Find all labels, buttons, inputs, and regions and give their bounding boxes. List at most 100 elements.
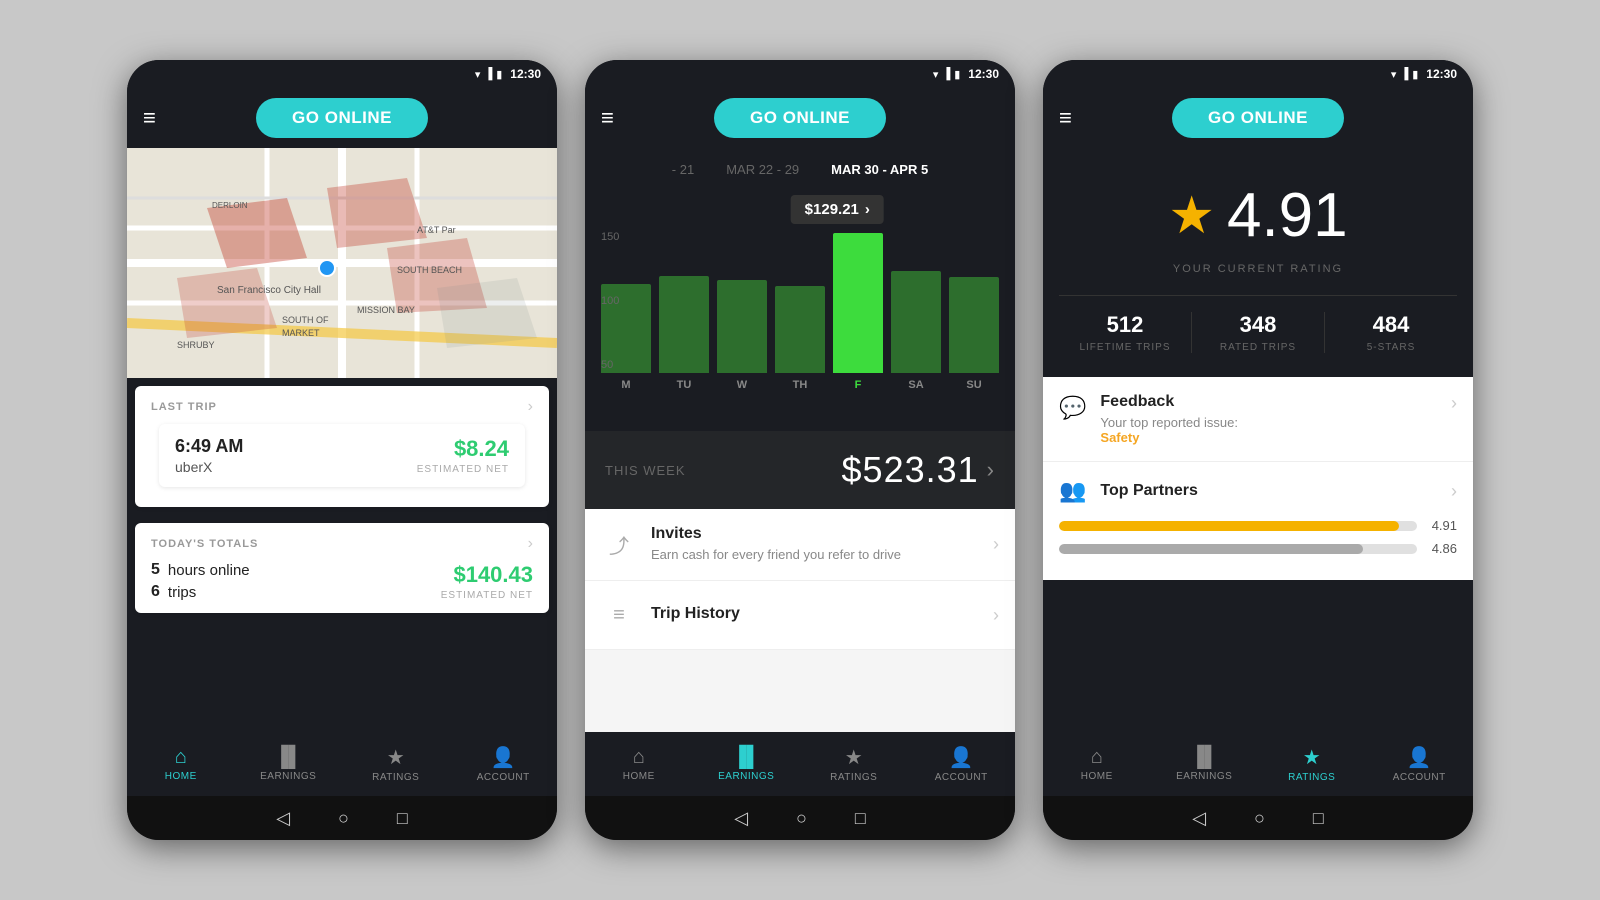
feedback-text: Feedback Your top reported issue: Safety — [1100, 393, 1451, 445]
last-trip-details: 6:49 AM uberX $8.24 ESTIMATED NET — [159, 424, 525, 487]
feedback-title: Feedback — [1100, 393, 1451, 411]
chart-bar-TH[interactable]: TH — [775, 231, 825, 391]
ratings-icon-2: ★ — [845, 745, 863, 770]
back-btn-1[interactable]: ◁ — [276, 808, 290, 829]
go-online-button-1[interactable]: GO ONLINE — [256, 98, 428, 138]
status-icons-3: ▾ ▐ ▮ 12:30 — [1391, 67, 1457, 81]
partners-chevron: › — [1451, 481, 1457, 502]
bottom-nav-1: ⌂ HOME ▐▌ EARNINGS ★ RATINGS 👤 ACCOUNT — [127, 732, 557, 796]
status-time-3: 12:30 — [1426, 67, 1457, 81]
this-week-label: THIS WEEK — [605, 463, 686, 478]
chart-bar-W[interactable]: W — [717, 231, 767, 391]
partners-fill-2 — [1059, 544, 1363, 554]
last-trip-card[interactable]: LAST TRIP › 6:49 AM uberX $8.24 ESTIMATE… — [135, 386, 549, 507]
white-section-2: ⤴ Invites Earn cash for every friend you… — [585, 509, 1015, 732]
home-btn-1[interactable]: ○ — [338, 808, 349, 829]
feedback-chevron: › — [1451, 393, 1457, 414]
svg-text:SOUTH BEACH: SOUTH BEACH — [397, 265, 462, 275]
rating-main: ★ 4.91 — [1168, 180, 1347, 251]
stat-lifetime-label: LIFETIME TRIPS — [1079, 342, 1170, 353]
map-svg: San Francisco City Hall AT&T Par SOUTH B… — [127, 148, 557, 378]
nav-ratings-2[interactable]: ★ RATINGS — [800, 732, 908, 796]
home-btn-2[interactable]: ○ — [796, 808, 807, 829]
invites-row[interactable]: ⤴ Invites Earn cash for every friend you… — [585, 509, 1015, 581]
back-btn-2[interactable]: ◁ — [734, 808, 748, 829]
nav-account-3[interactable]: 👤 ACCOUNT — [1366, 732, 1474, 796]
status-bar-3: ▾ ▐ ▮ 12:30 — [1043, 60, 1473, 88]
totals-amount: $140.43 — [441, 562, 533, 588]
menu-icon-1[interactable]: ≡ — [143, 105, 156, 131]
week-mar30[interactable]: MAR 30 - APR 5 — [823, 158, 936, 181]
ratings-label-1: RATINGS — [372, 772, 419, 783]
phone-ratings: ▾ ▐ ▮ 12:30 ≡ GO ONLINE ★ 4.91 YOUR CURR… — [1043, 60, 1473, 840]
totals-trips-label: trips — [168, 584, 196, 601]
app-header-3: ≡ GO ONLINE — [1043, 88, 1473, 148]
y-label-150: 150 — [601, 231, 619, 243]
chart-bar-F[interactable]: F — [833, 231, 883, 391]
invites-text: Invites Earn cash for every friend you r… — [651, 525, 993, 564]
chart-bars: MTUWTHFSASU — [601, 231, 999, 391]
nav-account-1[interactable]: 👤 ACCOUNT — [450, 732, 558, 796]
stat-lifetime: 512 LIFETIME TRIPS — [1059, 312, 1192, 353]
bottom-nav-3: ⌂ HOME ▐▌ EARNINGS ★ RATINGS 👤 ACCOUNT — [1043, 732, 1473, 796]
this-week-bar[interactable]: THIS WEEK $523.31 › — [585, 431, 1015, 509]
chart-bar-TU[interactable]: TU — [659, 231, 709, 391]
home-label-3: HOME — [1081, 771, 1113, 782]
chart-bar-SU[interactable]: SU — [949, 231, 999, 391]
earnings-popup: $129.21 › — [791, 195, 884, 224]
earnings-label-2: EARNINGS — [718, 771, 774, 782]
go-online-button-2[interactable]: GO ONLINE — [714, 98, 886, 138]
ratings-label-3: RATINGS — [1288, 772, 1335, 783]
battery-icon-3: ▮ — [1412, 68, 1418, 81]
chart-day-label-W: W — [737, 379, 747, 391]
feedback-row[interactable]: 💬 Feedback Your top reported issue: Safe… — [1043, 377, 1473, 461]
nav-earnings-2[interactable]: ▐▌ EARNINGS — [693, 732, 801, 796]
nav-home-2[interactable]: ⌂ HOME — [585, 732, 693, 796]
signal-icon: ▐ — [484, 68, 492, 80]
account-icon-3: 👤 — [1407, 745, 1432, 770]
todays-totals-card[interactable]: TODAY'S TOTALS › 5 hours online 6 trips — [135, 523, 549, 613]
recents-btn-3[interactable]: □ — [1313, 808, 1324, 829]
nav-ratings-1[interactable]: ★ RATINGS — [342, 732, 450, 796]
go-online-button-3[interactable]: GO ONLINE — [1172, 98, 1344, 138]
android-nav-1: ◁ ○ □ — [127, 796, 557, 840]
week-mar22[interactable]: MAR 22 - 29 — [718, 158, 807, 181]
stat-5stars-label: 5-STARS — [1367, 342, 1416, 353]
last-trip-amount: $8.24 — [417, 436, 509, 462]
nav-earnings-3[interactable]: ▐▌ EARNINGS — [1151, 732, 1259, 796]
svg-text:DERLOIN: DERLOIN — [212, 201, 248, 210]
chart-day-label-TH: TH — [793, 379, 808, 391]
svg-text:SOUTH OF: SOUTH OF — [282, 315, 329, 325]
trip-history-row[interactable]: ≡ Trip History › — [585, 581, 1015, 650]
recents-btn-1[interactable]: □ — [397, 808, 408, 829]
totals-amount-wrap: $140.43 ESTIMATED NET — [441, 562, 533, 601]
nav-home-1[interactable]: ⌂ HOME — [127, 732, 235, 796]
feedback-issue: Safety — [1100, 430, 1139, 445]
totals-chevron: › — [528, 535, 533, 553]
menu-icon-2[interactable]: ≡ — [601, 105, 614, 131]
y-label-50: 50 — [601, 359, 619, 371]
battery-icon-2: ▮ — [954, 68, 960, 81]
invites-desc: Earn cash for every friend you refer to … — [651, 546, 993, 564]
home-label-2: HOME — [623, 771, 655, 782]
ratings-label-2: RATINGS — [830, 772, 877, 783]
totals-hours-label: hours online — [168, 562, 250, 579]
nav-home-3[interactable]: ⌂ HOME — [1043, 732, 1151, 796]
account-icon-2: 👤 — [949, 745, 974, 770]
account-label-2: ACCOUNT — [935, 772, 988, 783]
this-week-chevron: › — [987, 457, 995, 483]
home-btn-3[interactable]: ○ — [1254, 808, 1265, 829]
nav-account-2[interactable]: 👤 ACCOUNT — [908, 732, 1016, 796]
stat-5stars: 484 5-STARS — [1325, 312, 1457, 353]
wifi-icon-2: ▾ — [933, 68, 939, 81]
nav-earnings-1[interactable]: ▐▌ EARNINGS — [235, 732, 343, 796]
recents-btn-2[interactable]: □ — [855, 808, 866, 829]
week-minus21[interactable]: - 21 — [664, 158, 702, 181]
back-btn-3[interactable]: ◁ — [1192, 808, 1206, 829]
stat-lifetime-number: 512 — [1107, 312, 1144, 338]
last-trip-time: 6:49 AM — [175, 436, 243, 457]
chart-bar-SA[interactable]: SA — [891, 231, 941, 391]
menu-icon-3[interactable]: ≡ — [1059, 105, 1072, 131]
partners-header-row[interactable]: 👥 Top Partners › — [1059, 478, 1457, 504]
nav-ratings-3[interactable]: ★ RATINGS — [1258, 732, 1366, 796]
